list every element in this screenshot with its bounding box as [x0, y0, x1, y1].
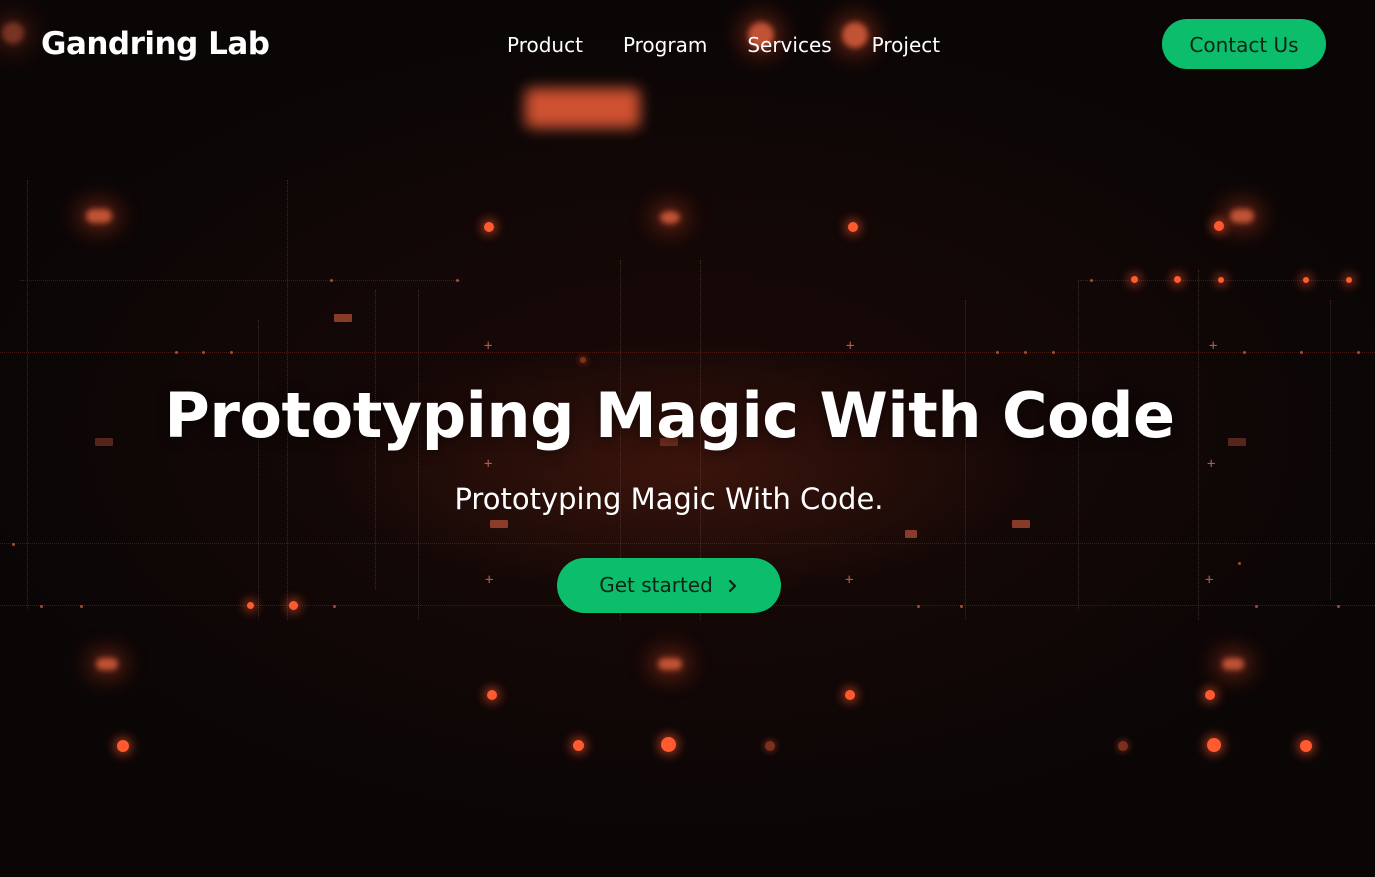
particle-light: [1174, 276, 1181, 283]
hero-subtitle: Prototyping Magic With Code.: [454, 482, 884, 516]
particle-dot: [917, 605, 920, 608]
particle-dot: [12, 543, 15, 546]
particle-light: [1205, 690, 1215, 700]
plus-marker: +: [484, 456, 493, 472]
particle-dot: [202, 351, 205, 354]
plus-marker: +: [1205, 572, 1214, 588]
particle-light: [573, 740, 584, 751]
grid-line: [1080, 280, 1350, 281]
particle-dot: [1337, 605, 1340, 608]
plus-marker: +: [845, 572, 854, 588]
nav-link-project[interactable]: Project: [872, 31, 940, 59]
grid-line: [258, 320, 259, 620]
site-header: Gandring Lab Product Program Services Pr…: [0, 0, 1375, 90]
particle-light: [845, 690, 855, 700]
grid-line: [965, 300, 966, 620]
plus-marker: +: [484, 338, 493, 354]
contact-us-button[interactable]: Contact Us: [1162, 19, 1326, 69]
particle-light: [117, 740, 129, 752]
particle-dot: [456, 279, 459, 282]
particle-dot: [40, 605, 43, 608]
particle-light: [1300, 740, 1312, 752]
particle-dot: [1357, 351, 1360, 354]
landing-page: + + + + + + + + Gandring Lab Product Pro…: [0, 0, 1375, 877]
plus-marker: +: [846, 338, 855, 354]
nav-link-services[interactable]: Services: [747, 31, 831, 59]
particle-light: [1214, 221, 1224, 231]
data-tag: [905, 530, 917, 538]
bokeh-light: [525, 88, 640, 128]
bokeh-light: [86, 209, 112, 223]
particle-light: [661, 737, 676, 752]
bokeh-light: [96, 658, 118, 670]
bokeh-light: [660, 211, 680, 224]
nav-link-product[interactable]: Product: [507, 31, 583, 59]
brand-logo[interactable]: Gandring Lab: [41, 24, 270, 64]
grid-line: [0, 352, 1375, 353]
plus-marker: +: [1209, 338, 1218, 354]
grid-line: [418, 290, 419, 620]
particle-dot: [1238, 562, 1241, 565]
main-nav: Product Program Services Project: [507, 31, 940, 59]
particle-light: [1131, 276, 1138, 283]
particle-dot: [1243, 351, 1246, 354]
particle-dot: [175, 351, 178, 354]
particle-dot: [1024, 351, 1027, 354]
particle-light: [848, 222, 858, 232]
particle-light: [1303, 277, 1309, 283]
particle-dot: [960, 605, 963, 608]
chevron-right-icon: [728, 579, 736, 592]
grid-line: [0, 543, 1375, 544]
particle-dot: [1090, 279, 1093, 282]
get-started-label: Get started: [599, 573, 713, 597]
particle-dot: [1052, 351, 1055, 354]
bokeh-light: [1222, 658, 1244, 670]
particle-light: [289, 601, 298, 610]
particle-light: [484, 222, 494, 232]
bokeh-light: [1230, 209, 1254, 223]
data-tag: [334, 314, 352, 322]
plus-marker: +: [1207, 456, 1216, 472]
hero-title: Prototyping Magic With Code: [164, 379, 1175, 452]
particle-dot: [996, 351, 999, 354]
particle-light: [1218, 277, 1224, 283]
bokeh-light: [658, 658, 682, 670]
particle-light: [1346, 277, 1352, 283]
data-tag: [490, 520, 508, 528]
particle-dot: [330, 279, 333, 282]
particle-light: [247, 602, 254, 609]
particle-light: [1207, 738, 1221, 752]
particle-dot: [1300, 351, 1303, 354]
particle-light: [487, 690, 497, 700]
particle-dot: [80, 605, 83, 608]
data-tag: [1012, 520, 1030, 528]
particle-light: [765, 741, 775, 751]
plus-marker: +: [485, 572, 494, 588]
particle-dot: [333, 605, 336, 608]
particle-dot: [230, 351, 233, 354]
nav-link-program[interactable]: Program: [623, 31, 707, 59]
grid-line: [20, 280, 460, 281]
particle-dot: [1255, 605, 1258, 608]
get-started-button[interactable]: Get started: [557, 558, 781, 613]
particle-light: [580, 357, 586, 363]
particle-light: [1118, 741, 1128, 751]
